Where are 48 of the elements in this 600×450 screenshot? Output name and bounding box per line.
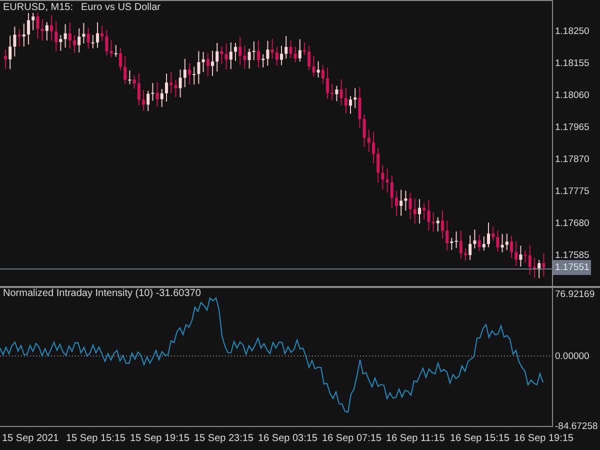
candlestick: [234, 42, 237, 62]
candlestick: [73, 34, 76, 54]
time-label: 16 Sep 07:15: [322, 433, 382, 444]
candlestick: [211, 50, 214, 76]
indicator-title: Normalized Intraday Intensity (10) -31.60370: [3, 288, 201, 299]
indicator-axis-label: -84.67258: [555, 420, 599, 434]
candlestick: [533, 257, 536, 278]
candlestick: [418, 198, 421, 224]
candlestick: [188, 62, 191, 85]
price-label: 1.18250: [555, 25, 590, 39]
candlestick: [257, 40, 260, 68]
price-label: 1.18060: [555, 89, 590, 103]
candlestick: [119, 48, 122, 71]
price-label: 1.17870: [555, 153, 590, 167]
candlestick: [510, 236, 513, 258]
time-label: 16 Sep 11:15: [386, 433, 446, 444]
candlestick: [142, 90, 145, 112]
candlestick: [303, 42, 306, 56]
time-label: 15 Sep 15:15: [66, 433, 126, 444]
candlestick: [4, 48, 7, 70]
candlestick: [487, 222, 490, 248]
price-label: 1.17775: [555, 185, 590, 199]
candlestick: [441, 210, 444, 239]
candlestick: [395, 190, 398, 216]
candlestick: [96, 22, 99, 48]
price-label: 1.17965: [555, 121, 590, 135]
time-label: 15 Sep 2021: [2, 433, 60, 444]
candlestick: [326, 67, 329, 100]
time-label: 16 Sep 19:15: [514, 433, 574, 444]
candlestick: [372, 131, 375, 164]
price-label: 1.17585: [555, 249, 590, 263]
candlestick: [464, 248, 467, 261]
candlestick: [50, 14, 53, 42]
price-label: 1.17680: [555, 217, 590, 231]
indicator-axis-label: 76.92169: [555, 288, 596, 302]
candlestick: [165, 73, 168, 102]
symbol-description: Euro vs US Dollar: [81, 2, 160, 13]
price-label: 1.18155: [555, 57, 590, 71]
candlestick: [280, 45, 283, 66]
candlestick: [27, 10, 30, 45]
current-price-tag: 1.17551: [553, 260, 592, 275]
indicator-axis-label: 0.00000: [555, 350, 590, 364]
time-label: 16 Sep 15:15: [450, 433, 510, 444]
time-label: 16 Sep 03:15: [258, 433, 318, 444]
time-label: 15 Sep 19:15: [130, 433, 190, 444]
time-label: 15 Sep 23:15: [194, 433, 254, 444]
symbol-label: EURUSD, M15:: [3, 2, 74, 13]
candlestick: [349, 96, 352, 114]
